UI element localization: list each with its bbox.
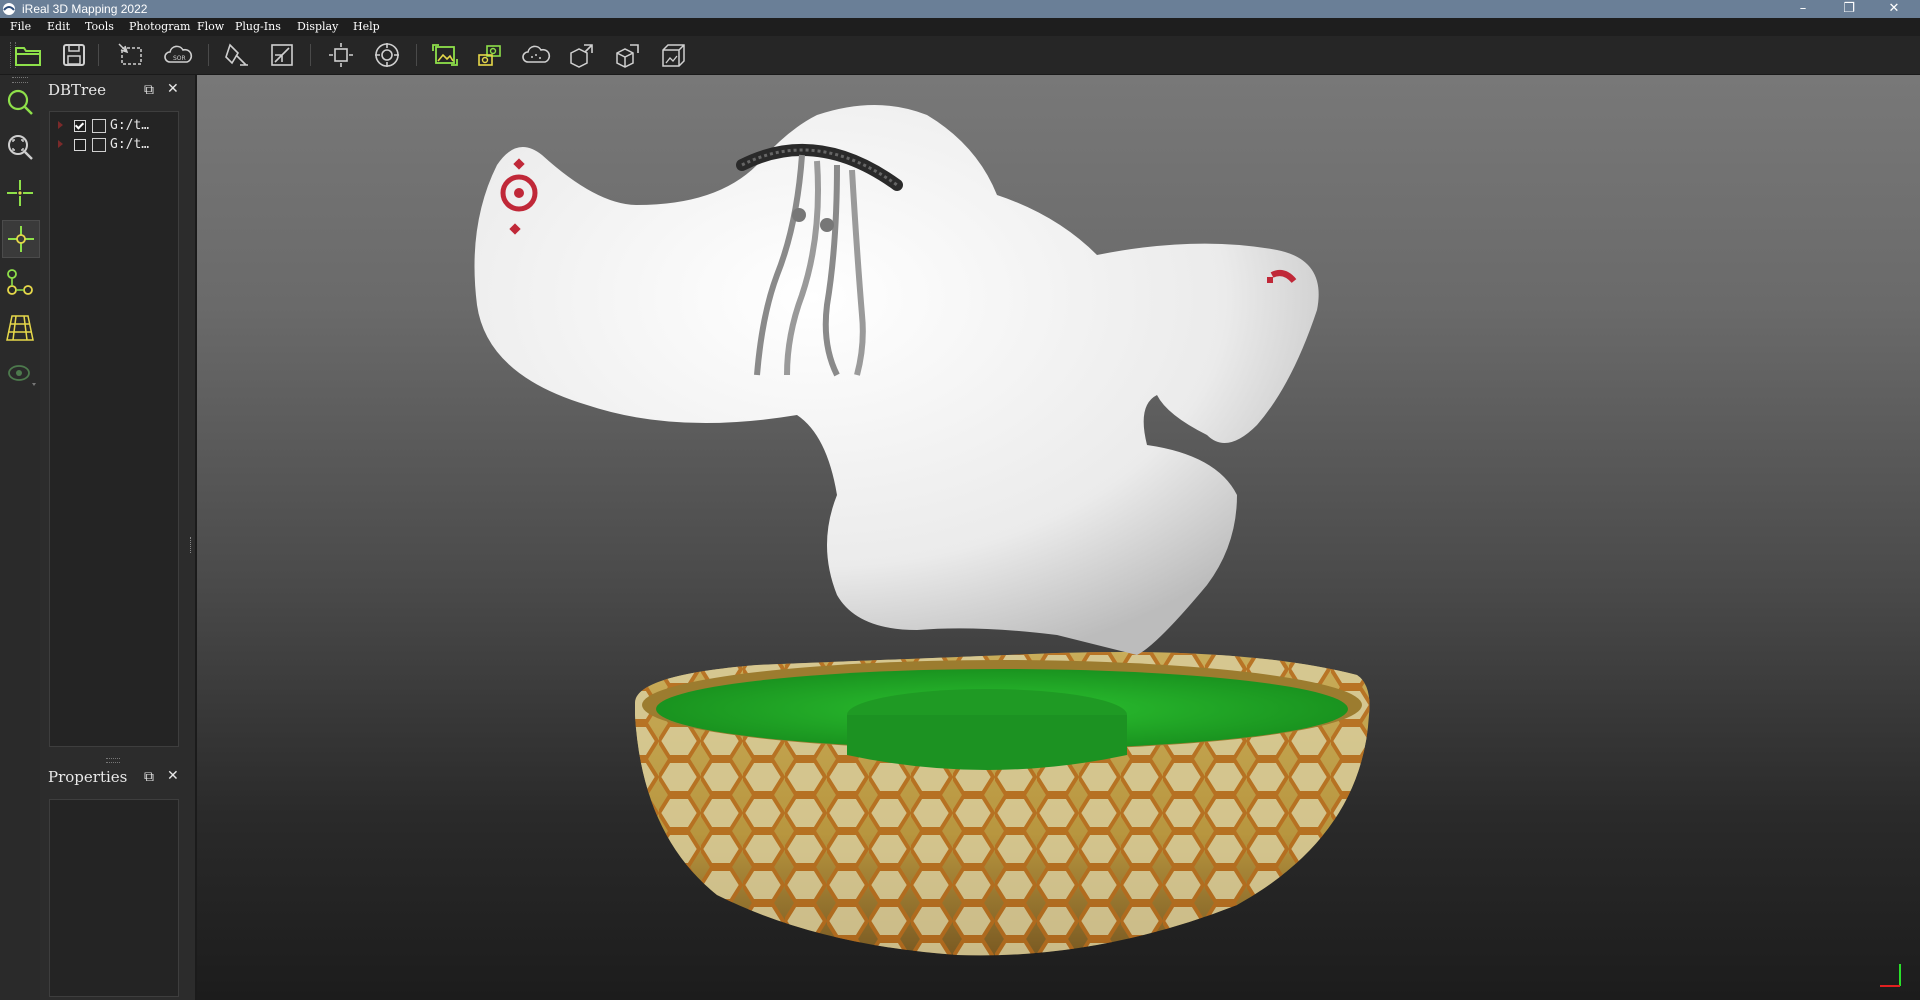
menu-edit[interactable]: Edit	[47, 20, 70, 34]
app-logo-icon	[3, 3, 15, 15]
dbtree-close-button[interactable]: ✕	[167, 82, 179, 96]
tree-item[interactable]: G:/t…	[58, 137, 176, 153]
target-icon	[375, 43, 399, 67]
image-capture-button[interactable]	[430, 41, 460, 69]
properties-title: Properties	[48, 768, 128, 786]
cloud-sor-button[interactable]: SOR	[163, 41, 193, 69]
left-toolbar-grip[interactable]	[12, 77, 28, 83]
pen-tool-icon	[225, 43, 248, 66]
node-graph-button[interactable]	[2, 265, 38, 301]
menu-tools[interactable]: Tools	[85, 20, 114, 34]
dbtree-title: DBTree	[48, 81, 106, 99]
point-cloud-select-icon	[118, 43, 142, 65]
menu-display[interactable]: Display	[297, 20, 338, 34]
cloud-dots-button[interactable]	[521, 41, 551, 69]
pick-center-button[interactable]	[2, 220, 40, 258]
zoom-fit-button[interactable]	[2, 130, 38, 166]
properties-close-button[interactable]: ✕	[167, 769, 179, 783]
eye-icon	[8, 365, 36, 386]
crosshair-icon	[7, 180, 33, 206]
grid-perspective-button[interactable]	[2, 310, 38, 346]
node-graph-icon	[7, 269, 33, 295]
dbtree-panel: G:/t… G:/t…	[49, 111, 179, 747]
transform-icon	[329, 43, 353, 67]
open-folder-button[interactable]	[13, 41, 43, 69]
camera-sync-button[interactable]	[475, 41, 505, 69]
scale-icon	[271, 44, 293, 66]
menu-plug-ins[interactable]: Plug-Ins	[235, 20, 281, 34]
image-capture-icon	[432, 44, 458, 66]
restore-button[interactable]: ❐	[1829, 0, 1869, 18]
save-icon	[63, 44, 85, 66]
open-folder-icon	[15, 47, 41, 66]
pick-center-icon	[8, 226, 34, 252]
cloud-node-icon	[92, 119, 106, 133]
export-icon	[570, 44, 593, 68]
point-cloud-select-button[interactable]	[116, 41, 146, 69]
dock-resize-handle[interactable]	[190, 537, 193, 553]
cloud-node-icon	[92, 138, 106, 152]
close-window-button[interactable]: ✕	[1874, 0, 1914, 18]
tree-item[interactable]: G:/t…	[58, 118, 176, 134]
grid-perspective-icon	[6, 315, 34, 341]
window-title: iReal 3D Mapping 2022	[22, 2, 148, 16]
ghost-figure	[474, 105, 1319, 655]
expand-arrow-icon[interactable]	[58, 121, 63, 129]
zoom-icon	[7, 89, 33, 115]
box-texture-icon	[662, 44, 685, 67]
visibility-checkbox[interactable]	[74, 120, 86, 132]
mesh-export-icon	[616, 44, 639, 68]
menu-help[interactable]: Help	[353, 20, 380, 34]
zoom-fit-icon	[8, 135, 33, 160]
zoom-button[interactable]	[2, 85, 38, 121]
title-bar: iReal 3D Mapping 2022 – ❐ ✕	[0, 0, 1920, 18]
tree-item-label: G:/t…	[110, 137, 150, 152]
properties-panel	[49, 799, 179, 997]
scale-button[interactable]	[267, 41, 297, 69]
left-toolbar	[0, 75, 41, 1000]
pen-tool-button[interactable]	[222, 41, 252, 69]
mesh-export-button[interactable]	[612, 41, 642, 69]
tree-item-label: G:/t…	[110, 118, 150, 133]
menu-flow[interactable]: Flow	[197, 20, 224, 34]
export-button[interactable]	[566, 41, 596, 69]
minimize-button[interactable]: –	[1783, 0, 1823, 18]
menu-photogram[interactable]: Photogram	[129, 20, 190, 34]
visibility-checkbox[interactable]	[74, 139, 86, 151]
target-button[interactable]	[372, 41, 402, 69]
transform-button[interactable]	[326, 41, 356, 69]
cloud-dots-icon	[522, 45, 551, 63]
expand-arrow-icon[interactable]	[58, 140, 63, 148]
save-button[interactable]	[59, 41, 89, 69]
dock-splitter[interactable]	[106, 758, 120, 763]
properties-float-button[interactable]: ⧉	[144, 770, 154, 784]
dock-panels: DBTree ⧉ ✕ G:/t… G:/t… Properties ⧉ ✕	[40, 75, 197, 1000]
3d-model-render	[474, 105, 1370, 956]
camera-sync-icon	[478, 45, 501, 66]
eye-view-button[interactable]	[2, 355, 38, 391]
menu-bar: File Edit Tools Photogram Flow Plug-Ins …	[0, 18, 1920, 36]
axis-gizmo-icon	[1880, 964, 1901, 987]
box-texture-button[interactable]	[658, 41, 688, 69]
main-toolbar: SOR	[0, 36, 1920, 75]
3d-viewport[interactable]	[197, 75, 1920, 1000]
dbtree-float-button[interactable]: ⧉	[144, 83, 154, 97]
menu-file[interactable]: File	[10, 20, 31, 34]
base-bowl	[635, 651, 1370, 956]
sor-label: SOR	[173, 55, 186, 62]
crosshair-button[interactable]	[2, 175, 38, 211]
cloud-sor-icon: SOR	[164, 45, 193, 63]
